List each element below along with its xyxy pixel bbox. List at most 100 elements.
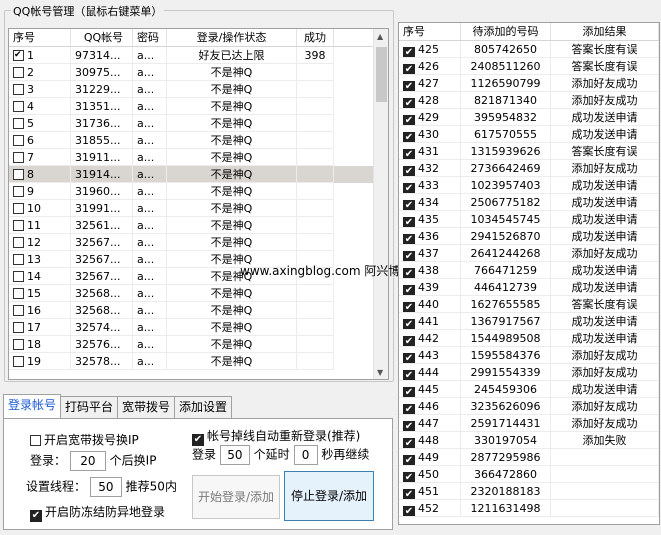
target-checkbox[interactable]: ✔: [403, 64, 415, 74]
start-button[interactable]: 开始登录/添加: [192, 475, 280, 519]
row-checkbox[interactable]: [13, 288, 24, 299]
broadband-option[interactable]: 开启宽带拨号换IP: [30, 431, 139, 448]
table-row[interactable]: ✔ 428 821871340 添加好友成功: [399, 92, 659, 109]
target-checkbox[interactable]: ✔: [403, 251, 415, 261]
target-checkbox[interactable]: ✔: [403, 506, 415, 516]
account-list-scrollbar[interactable]: ▲ ▼: [373, 29, 388, 379]
antifreeze-option[interactable]: ✔ 开启防冻结防异地登录: [30, 503, 165, 522]
target-checkbox[interactable]: ✔: [403, 353, 415, 363]
row-checkbox[interactable]: [13, 305, 24, 316]
target-checkbox[interactable]: ✔: [403, 421, 415, 431]
table-row[interactable]: 10 31991... a... 不是神Q: [9, 200, 388, 217]
target-checkbox[interactable]: ✔: [403, 98, 415, 108]
stop-button[interactable]: 停止登录/添加: [284, 471, 374, 521]
row-checkbox[interactable]: [13, 220, 24, 231]
scroll-up-icon[interactable]: ▲: [377, 32, 383, 41]
target-checkbox[interactable]: ✔: [403, 200, 415, 210]
table-row[interactable]: ✔ 426 2408511260 答案长度有误: [399, 58, 659, 75]
table-row[interactable]: 12 32567... a... 不是神Q: [9, 234, 388, 251]
table-row[interactable]: ✔ 438 766471259 成功发送申请: [399, 262, 659, 279]
table-row[interactable]: ✔ 425 805742650 答案长度有误: [399, 41, 659, 58]
row-checkbox[interactable]: [13, 67, 24, 78]
tab-add-settings[interactable]: 添加设置: [174, 396, 233, 418]
target-checkbox[interactable]: ✔: [403, 268, 415, 278]
table-row[interactable]: ✔ 444 2991554339 添加好友成功: [399, 364, 659, 381]
table-row[interactable]: ✔ 442 1544989508 成功发送申请: [399, 330, 659, 347]
row-checkbox[interactable]: [13, 339, 24, 350]
table-row[interactable]: 16 32568... a... 不是神Q: [9, 302, 388, 319]
table-row[interactable]: ✔ 446 3235626096 添加好友成功: [399, 398, 659, 415]
tab-broadband[interactable]: 宽带拨号: [117, 396, 176, 418]
table-row[interactable]: 1 97314...a...好友已达上限398: [9, 47, 388, 64]
row-checkbox[interactable]: [13, 84, 24, 95]
table-row[interactable]: ✔ 433 1023957403 成功发送申请: [399, 177, 659, 194]
tab-login[interactable]: 登录帐号: [3, 394, 62, 418]
col-password[interactable]: 密码: [133, 29, 167, 46]
row-checkbox[interactable]: [13, 186, 24, 197]
row-checkbox[interactable]: [13, 322, 24, 333]
target-checkbox[interactable]: ✔: [403, 132, 415, 142]
delay-count-input[interactable]: 50: [219, 445, 250, 465]
login-count-input[interactable]: 20: [69, 451, 106, 471]
col-target-result[interactable]: 添加结果: [551, 23, 659, 40]
col-qq[interactable]: QQ帐号: [71, 29, 133, 46]
table-row[interactable]: ✔ 430 617570555 成功发送申请: [399, 126, 659, 143]
table-row[interactable]: ✔ 427 1126590799 添加好友成功: [399, 75, 659, 92]
table-row[interactable]: 6 31855... a... 不是神Q: [9, 132, 388, 149]
delay-seconds-input[interactable]: 0: [293, 445, 318, 465]
scroll-down-icon[interactable]: ▼: [377, 368, 383, 377]
table-row[interactable]: 3 31229... a... 不是神Q: [9, 81, 388, 98]
target-checkbox[interactable]: ✔: [403, 285, 415, 295]
target-checkbox[interactable]: ✔: [403, 489, 415, 499]
table-row[interactable]: ✔ 443 1595584376 添加好友成功: [399, 347, 659, 364]
target-checkbox[interactable]: ✔: [403, 387, 415, 397]
target-checkbox[interactable]: ✔: [403, 404, 415, 414]
target-checkbox[interactable]: ✔: [403, 472, 415, 482]
table-row[interactable]: 17 32574... a... 不是神Q: [9, 319, 388, 336]
row-checkbox[interactable]: [13, 203, 24, 214]
col-index[interactable]: 序号: [9, 29, 71, 46]
target-checkbox[interactable]: ✔: [403, 234, 415, 244]
target-list[interactable]: 序号 待添加的号码 添加结果 ✔ 425 805742650 答案长度有误 ✔ 426 24…: [398, 22, 660, 525]
row-checkbox[interactable]: [13, 101, 24, 112]
table-row[interactable]: ✔ 441 1367917567 成功发送申请: [399, 313, 659, 330]
row-checkbox[interactable]: [13, 50, 24, 61]
row-checkbox[interactable]: [13, 356, 24, 367]
table-row[interactable]: 19 32578... a... 不是神Q: [9, 353, 388, 370]
target-checkbox[interactable]: ✔: [403, 438, 415, 448]
target-checkbox[interactable]: ✔: [403, 115, 415, 125]
threads-input[interactable]: 50: [89, 477, 122, 497]
table-row[interactable]: ✔ 445 245459306 成功发送申请: [399, 381, 659, 398]
table-row[interactable]: 7 31911... a... 不是神Q: [9, 149, 388, 166]
table-row[interactable]: ✔ 447 2591714431 添加好友成功: [399, 415, 659, 432]
table-row[interactable]: ✔ 448 330197054 添加失败: [399, 432, 659, 449]
target-checkbox[interactable]: ✔: [403, 336, 415, 346]
target-checkbox[interactable]: ✔: [403, 81, 415, 91]
row-checkbox[interactable]: [13, 271, 24, 282]
table-row[interactable]: ✔ 449 2877295986: [399, 449, 659, 466]
target-checkbox[interactable]: ✔: [403, 183, 415, 193]
row-checkbox[interactable]: [13, 237, 24, 248]
col-success[interactable]: 成功: [297, 29, 334, 46]
target-checkbox[interactable]: ✔: [403, 149, 415, 159]
table-row[interactable]: ✔ 450 366472860: [399, 466, 659, 483]
col-target-index[interactable]: 序号: [399, 23, 461, 40]
target-checkbox[interactable]: ✔: [403, 166, 415, 176]
table-row[interactable]: 18 32576... a... 不是神Q: [9, 336, 388, 353]
table-row[interactable]: 4 31351... a... 不是神Q: [9, 98, 388, 115]
target-checkbox[interactable]: ✔: [403, 319, 415, 329]
target-checkbox[interactable]: ✔: [403, 455, 415, 465]
target-checkbox[interactable]: ✔: [403, 370, 415, 380]
col-target-number[interactable]: 待添加的号码: [461, 23, 551, 40]
scroll-thumb[interactable]: [376, 47, 387, 102]
table-row[interactable]: ✔ 434 2506775182 成功发送申请: [399, 194, 659, 211]
table-row[interactable]: 8 31914... a... 不是神Q: [9, 166, 388, 183]
table-row[interactable]: 2 30975... a... 不是神Q: [9, 64, 388, 81]
table-row[interactable]: ✔ 431 1315939626 答案长度有误: [399, 143, 659, 160]
tab-captcha[interactable]: 打码平台: [60, 396, 119, 418]
antifreeze-checkbox[interactable]: ✔: [30, 510, 42, 522]
table-row[interactable]: ✔ 432 2736642469 添加好友成功: [399, 160, 659, 177]
relogin-option[interactable]: ✔ 帐号掉线自动重新登录(推荐): [192, 427, 360, 446]
table-row[interactable]: ✔ 437 2641244268 添加好友成功: [399, 245, 659, 262]
table-row[interactable]: 15 32568... a... 不是神Q: [9, 285, 388, 302]
